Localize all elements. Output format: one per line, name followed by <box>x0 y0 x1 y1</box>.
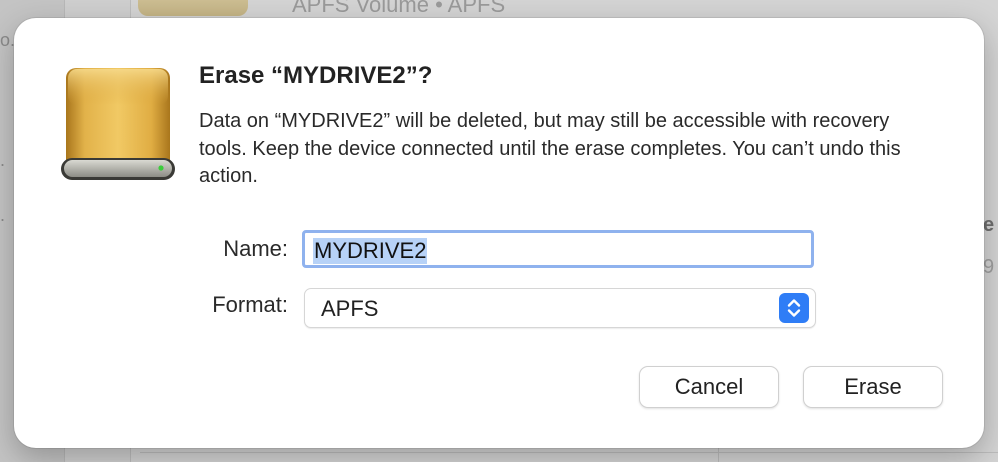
format-select-value[interactable]: APFS <box>321 296 378 322</box>
external-drive-icon <box>58 64 178 186</box>
name-input-value[interactable]: MYDRIVE2 <box>313 238 428 264</box>
background-left-text: . <box>0 150 6 170</box>
background-subtitle: APFS Volume • APFS <box>292 0 506 17</box>
updown-chevron-icon[interactable] <box>779 293 809 323</box>
format-select[interactable]: APFS <box>304 288 816 328</box>
name-label: Name: <box>223 236 288 261</box>
background-left-text: . <box>0 205 6 225</box>
background-right-text: 9 <box>983 256 995 278</box>
background-left-text: o. <box>0 30 16 50</box>
dialog-title: Erase “MYDRIVE2”? <box>199 62 433 89</box>
dialog-message: Data on “MYDRIVE2” will be deleted, but … <box>199 110 901 187</box>
erase-button[interactable]: Erase <box>803 366 943 408</box>
name-input[interactable]: MYDRIVE2 <box>302 230 814 268</box>
background-right-text: e <box>983 214 995 236</box>
background-divider <box>140 452 998 453</box>
background-drive-icon <box>138 0 248 16</box>
format-label: Format: <box>212 292 288 317</box>
erase-dialog: Erase “MYDRIVE2”? Data on “MYDRIVE2” wil… <box>14 18 984 448</box>
cancel-button[interactable]: Cancel <box>639 366 779 408</box>
